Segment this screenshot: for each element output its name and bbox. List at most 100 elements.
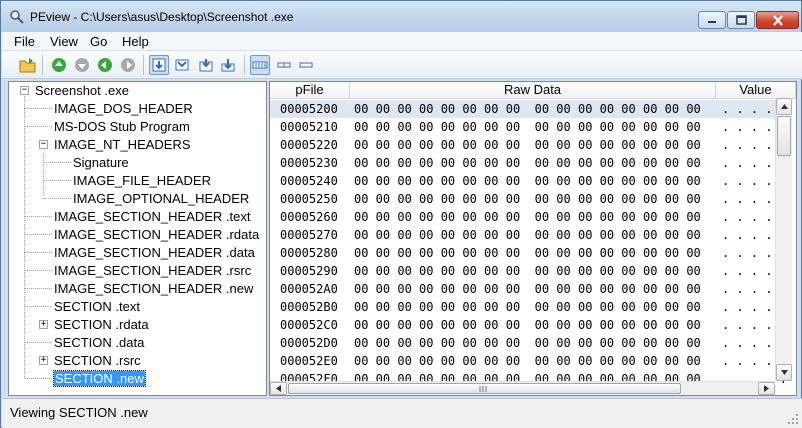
view-qword-icon bbox=[221, 59, 235, 72]
column-header-value[interactable]: Value bbox=[716, 82, 796, 99]
expand-rdata-icon[interactable]: + bbox=[39, 320, 48, 329]
view-dword-icon bbox=[199, 59, 213, 72]
tree-item-section-rsrc[interactable]: SECTION .rsrc bbox=[54, 352, 141, 370]
hex-row-address: 00005260 bbox=[280, 210, 338, 224]
hex-row-address: 00005230 bbox=[280, 156, 338, 170]
tree-item-section-data[interactable]: SECTION .data bbox=[54, 334, 144, 352]
status-text: Viewing SECTION .new bbox=[10, 405, 148, 420]
vertical-scroll-thumb[interactable] bbox=[777, 116, 791, 156]
hex-row-address: 00005250 bbox=[280, 192, 338, 206]
close-button[interactable] bbox=[756, 11, 799, 29]
tree-item-signature[interactable]: Signature bbox=[73, 154, 129, 172]
tree-item-section-header-text[interactable]: IMAGE_SECTION_HEADER .text bbox=[54, 208, 251, 226]
view-dword-button[interactable] bbox=[196, 55, 216, 75]
tree-item-dos-stub[interactable]: MS-DOS Stub Program bbox=[54, 118, 190, 136]
down-button[interactable] bbox=[72, 55, 92, 75]
hex-row[interactable]: 00005260 00 00 00 00 00 00 00 00 00 00 00… bbox=[270, 208, 796, 226]
view-byte-icon bbox=[152, 58, 166, 72]
tree-item-section-header-rsrc[interactable]: IMAGE_SECTION_HEADER .rsrc bbox=[54, 262, 251, 280]
hex-row-bytes: 00 00 00 00 00 00 00 00 00 00 00 00 00 0… bbox=[354, 264, 701, 278]
horizontal-scrollbar[interactable] bbox=[270, 381, 775, 395]
hex-row[interactable]: 00005270 00 00 00 00 00 00 00 00 00 00 00… bbox=[270, 226, 796, 244]
maximize-icon bbox=[735, 15, 747, 25]
hex-row[interactable]: 000052E0 00 00 00 00 00 00 00 00 00 00 00… bbox=[270, 352, 796, 370]
hex-row[interactable]: 00005290 00 00 00 00 00 00 00 00 00 00 00… bbox=[270, 262, 796, 280]
tree-item-optional-header[interactable]: IMAGE_OPTIONAL_HEADER bbox=[73, 190, 249, 208]
tree-item-section-rdata[interactable]: SECTION .rdata bbox=[54, 316, 149, 334]
down-icon bbox=[75, 58, 89, 72]
horizontal-scroll-thumb[interactable] bbox=[288, 383, 681, 394]
hex-row-address: 000052D0 bbox=[280, 336, 338, 350]
back-button[interactable] bbox=[95, 55, 115, 75]
vertical-scrollbar[interactable] bbox=[775, 98, 792, 381]
collapse-root-icon[interactable]: − bbox=[20, 86, 29, 95]
minimize-button[interactable] bbox=[698, 11, 726, 29]
menu-view[interactable]: View bbox=[50, 34, 78, 49]
hex-row-address: 00005240 bbox=[280, 174, 338, 188]
forward-button[interactable] bbox=[118, 55, 138, 75]
close-icon bbox=[772, 14, 783, 26]
hex-row-bytes: 00 00 00 00 00 00 00 00 00 00 00 00 00 0… bbox=[354, 228, 701, 242]
up-button[interactable] bbox=[49, 55, 69, 75]
layout-1-button[interactable] bbox=[250, 55, 270, 75]
tree-item-file-header[interactable]: IMAGE_FILE_HEADER bbox=[73, 172, 211, 190]
tree-item-section-header-new[interactable]: IMAGE_SECTION_HEADER .new bbox=[54, 280, 253, 298]
hex-row[interactable]: 000052A0 00 00 00 00 00 00 00 00 00 00 00… bbox=[270, 280, 796, 298]
tree-item-section-new[interactable]: SECTION .new bbox=[53, 370, 146, 388]
view-qword-button[interactable] bbox=[218, 55, 238, 75]
toolbar bbox=[2, 51, 802, 79]
tree-item-nt-headers[interactable]: IMAGE_NT_HEADERS bbox=[54, 136, 191, 154]
grip-icon bbox=[479, 386, 487, 392]
hex-row-bytes: 00 00 00 00 00 00 00 00 00 00 00 00 00 0… bbox=[354, 246, 701, 260]
maximize-button[interactable] bbox=[727, 11, 755, 29]
view-word-button[interactable] bbox=[172, 55, 192, 75]
hex-row[interactable]: 00005250 00 00 00 00 00 00 00 00 00 00 00… bbox=[270, 190, 796, 208]
window-title: PEview - C:\Users\asus\Desktop\Screensho… bbox=[30, 10, 294, 24]
hex-row[interactable]: 00005200 00 00 00 00 00 00 00 00 00 00 00… bbox=[270, 100, 796, 118]
hex-row-bytes: 00 00 00 00 00 00 00 00 00 00 00 00 00 0… bbox=[354, 300, 701, 314]
collapse-nt-headers-icon[interactable]: − bbox=[39, 140, 48, 149]
layout-3-button[interactable] bbox=[296, 55, 316, 75]
hex-row[interactable]: 000052B0 00 00 00 00 00 00 00 00 00 00 00… bbox=[270, 298, 796, 316]
open-button[interactable] bbox=[18, 55, 38, 75]
column-header-pfile[interactable]: pFile bbox=[270, 82, 350, 99]
hex-row-address: 00005290 bbox=[280, 264, 338, 278]
scroll-left-button[interactable] bbox=[270, 382, 287, 395]
scroll-down-button[interactable] bbox=[776, 364, 792, 381]
hex-row-bytes: 00 00 00 00 00 00 00 00 00 00 00 00 00 0… bbox=[354, 336, 701, 350]
hex-row-bytes: 00 00 00 00 00 00 00 00 00 00 00 00 00 0… bbox=[354, 192, 701, 206]
hex-row[interactable]: 00005280 00 00 00 00 00 00 00 00 00 00 00… bbox=[270, 244, 796, 262]
menu-go[interactable]: Go bbox=[90, 34, 107, 49]
expand-rsrc-icon[interactable]: + bbox=[39, 356, 48, 365]
resize-grip-icon[interactable] bbox=[787, 413, 799, 425]
tree-item-dos-header[interactable]: IMAGE_DOS_HEADER bbox=[54, 100, 193, 118]
title-bar[interactable]: PEview - C:\Users\asus\Desktop\Screensho… bbox=[1, 1, 801, 32]
hex-row-bytes: 00 00 00 00 00 00 00 00 00 00 00 00 00 0… bbox=[354, 102, 701, 116]
hex-row[interactable]: 000052D0 00 00 00 00 00 00 00 00 00 00 00… bbox=[270, 334, 796, 352]
forward-icon bbox=[121, 58, 135, 72]
tree-item-section-text[interactable]: SECTION .text bbox=[54, 298, 140, 316]
tree-item-section-header-data[interactable]: IMAGE_SECTION_HEADER .data bbox=[54, 244, 255, 262]
menu-file[interactable]: File bbox=[14, 34, 35, 49]
layout-2-button[interactable] bbox=[274, 55, 294, 75]
hex-row-address: 000052C0 bbox=[280, 318, 338, 332]
tree-item-file[interactable]: Screenshot .exe bbox=[35, 82, 129, 100]
view-byte-button[interactable] bbox=[149, 55, 169, 75]
hex-row-bytes: 00 00 00 00 00 00 00 00 00 00 00 00 00 0… bbox=[354, 174, 701, 188]
hex-row[interactable]: 00005220 00 00 00 00 00 00 00 00 00 00 00… bbox=[270, 136, 796, 154]
tree-item-section-header-rdata[interactable]: IMAGE_SECTION_HEADER .rdata bbox=[54, 226, 259, 244]
section-tree[interactable]: − − + + Screenshot .exe IMAGE_DOS_HEADER… bbox=[8, 81, 267, 396]
column-header-raw-data[interactable]: Raw Data bbox=[350, 82, 716, 99]
hex-row-address: 00005270 bbox=[280, 228, 338, 242]
hex-row[interactable]: 00005240 00 00 00 00 00 00 00 00 00 00 00… bbox=[270, 172, 796, 190]
scroll-up-button[interactable] bbox=[776, 98, 792, 115]
scroll-down-icon bbox=[780, 370, 788, 375]
hex-row[interactable]: 00005210 00 00 00 00 00 00 00 00 00 00 00… bbox=[270, 118, 796, 136]
scroll-right-button[interactable] bbox=[758, 382, 775, 395]
menu-help[interactable]: Help bbox=[122, 34, 149, 49]
hex-row[interactable]: 00005230 00 00 00 00 00 00 00 00 00 00 00… bbox=[270, 154, 796, 172]
hex-row-address: 00005280 bbox=[280, 246, 338, 260]
hex-row[interactable]: 000052C0 00 00 00 00 00 00 00 00 00 00 00… bbox=[270, 316, 796, 334]
hex-row-address: 00005200 bbox=[280, 102, 338, 116]
hex-view[interactable]: pFile Raw Data Value 00005200 00 00 00 00… bbox=[269, 81, 797, 396]
